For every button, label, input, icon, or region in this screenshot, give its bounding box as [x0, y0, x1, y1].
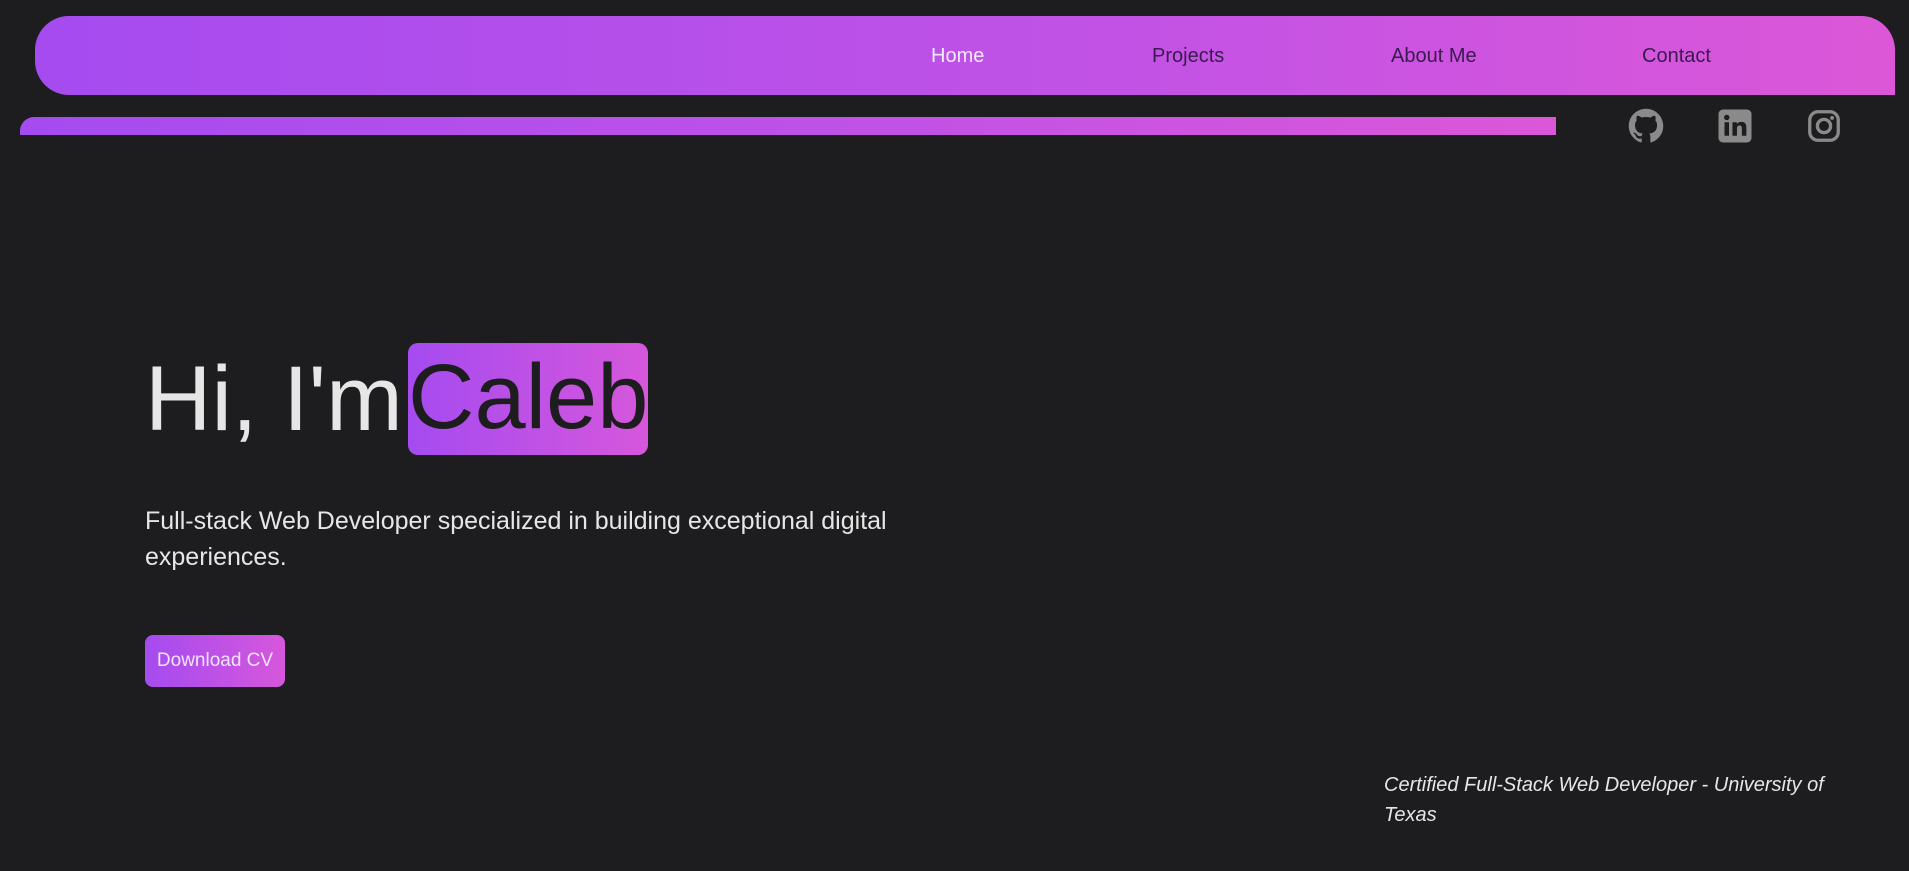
hero-subtitle: Full-stack Web Developer specialized in …: [145, 507, 887, 571]
hero-greeting: Hi, I'm: [145, 348, 403, 450]
instagram-icon[interactable]: [1806, 108, 1842, 144]
hero-name-highlight: Caleb: [408, 343, 648, 455]
nav-link-about-me[interactable]: About Me: [1391, 45, 1477, 68]
github-icon[interactable]: [1628, 108, 1664, 144]
nav-link-home[interactable]: Home: [931, 45, 984, 68]
certification-text: Certified Full-Stack Web Developer - Uni…: [1384, 774, 1824, 826]
nav-links: Home Projects About Me Contact: [35, 16, 1895, 95]
download-cv-button[interactable]: Download CV: [145, 635, 285, 687]
nav-link-projects[interactable]: Projects: [1152, 45, 1224, 68]
top-navbar: Home Projects About Me Contact: [35, 16, 1895, 95]
hero-heading: Hi, I'm Caleb: [145, 343, 648, 455]
linkedin-icon[interactable]: [1717, 108, 1753, 144]
page: Home Projects About Me Contact Hi, I'm C…: [0, 0, 1909, 871]
nav-link-contact[interactable]: Contact: [1642, 45, 1711, 68]
accent-divider-bar: [20, 117, 1556, 135]
